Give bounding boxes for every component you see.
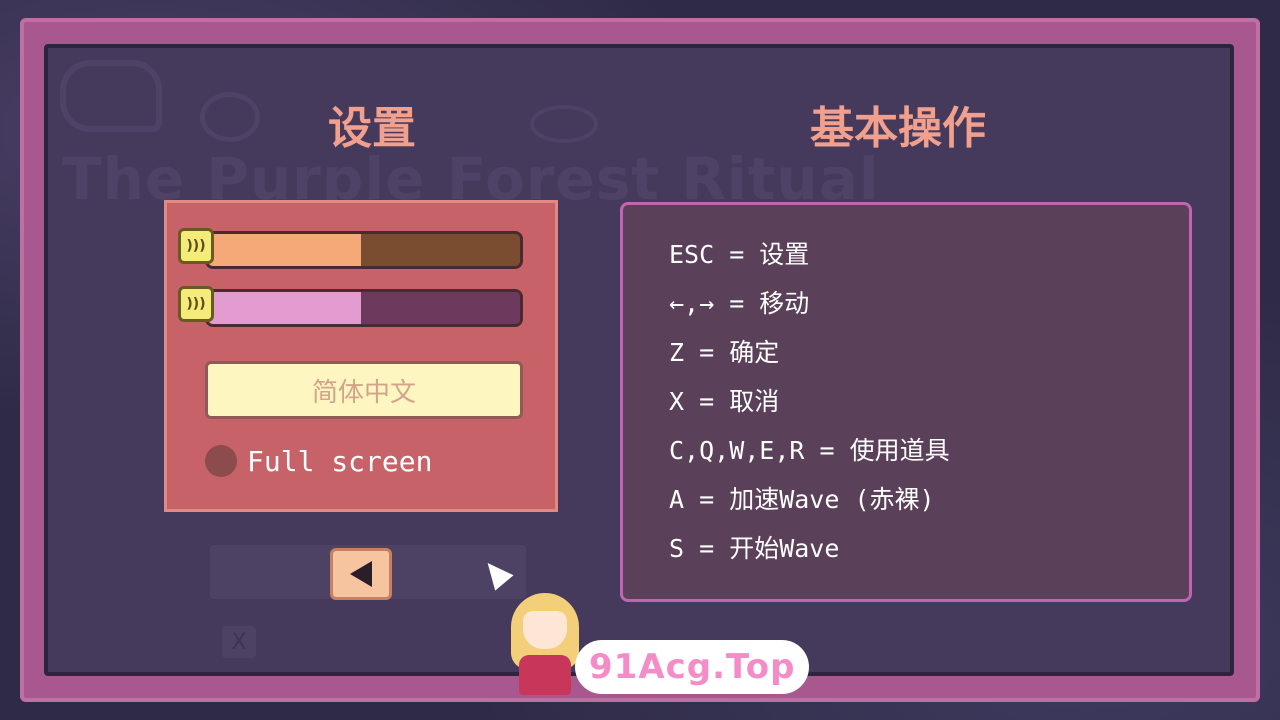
watermark-logo: 91Acg.Top: [575, 640, 810, 694]
control-line-move: ←,→ = 移动: [669, 289, 810, 318]
control-line-confirm: Z = 确定: [669, 338, 780, 367]
settings-panel: 简体中文 Full screen: [164, 200, 558, 512]
leaf-icon: [200, 92, 260, 142]
control-line-esc: ESC = 设置: [669, 240, 810, 269]
sound-icon[interactable]: ))): [178, 286, 214, 322]
volume-slider-1[interactable]: [205, 231, 523, 269]
control-line-speed: A = 加速Wave (赤裸): [669, 485, 935, 514]
back-button[interactable]: [330, 548, 392, 600]
ribbon-icon: [60, 60, 162, 132]
berry-icon: [530, 105, 598, 143]
settings-heading: 设置: [328, 103, 416, 154]
slider-track: [360, 292, 520, 324]
control-line-cancel: X = 取消: [669, 387, 780, 416]
slider-track: [360, 234, 520, 266]
mascot-image: [505, 585, 585, 695]
fullscreen-label: Full screen: [247, 444, 433, 478]
slider-fill: [208, 234, 361, 266]
back-arrow-icon: [350, 561, 372, 587]
language-button[interactable]: 简体中文: [205, 361, 523, 419]
volume-slider-2[interactable]: [205, 289, 523, 327]
x-icon[interactable]: X: [222, 626, 256, 658]
fullscreen-row[interactable]: Full screen: [205, 443, 432, 479]
control-line-start: S = 开始Wave: [669, 534, 840, 563]
fullscreen-checkbox[interactable]: [205, 445, 237, 477]
controls-heading: 基本操作: [810, 103, 986, 154]
sound-icon[interactable]: ))): [178, 228, 214, 264]
slider-fill: [208, 292, 361, 324]
controls-panel: ESC = 设置 ←,→ = 移动 Z = 确定 X = 取消 C,Q,W,E,…: [620, 202, 1192, 602]
control-line-items: C,Q,W,E,R = 使用道具: [669, 436, 950, 465]
